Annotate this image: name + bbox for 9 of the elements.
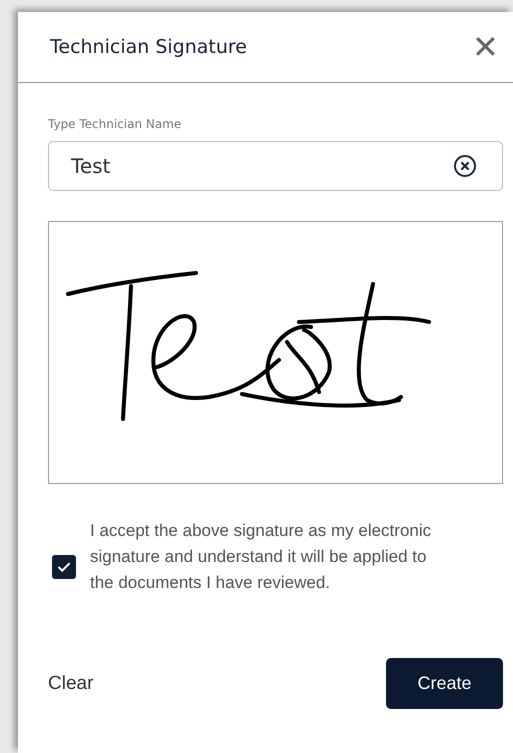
consent-text: I accept the above signature as my electronic signature and understand it will be applied to the documents I have reviewed. <box>90 520 432 594</box>
name-field[interactable]: Test <box>48 141 503 191</box>
close-button[interactable]: ✕ <box>468 31 503 63</box>
clear-icon[interactable] <box>453 154 477 178</box>
clear-button[interactable]: Clear <box>48 672 94 694</box>
dialog-title: Technician Signature <box>50 36 247 58</box>
create-button[interactable]: Create <box>386 658 503 709</box>
accept-checkbox[interactable] <box>52 555 76 579</box>
field-label: Type Technician Name <box>48 117 182 131</box>
